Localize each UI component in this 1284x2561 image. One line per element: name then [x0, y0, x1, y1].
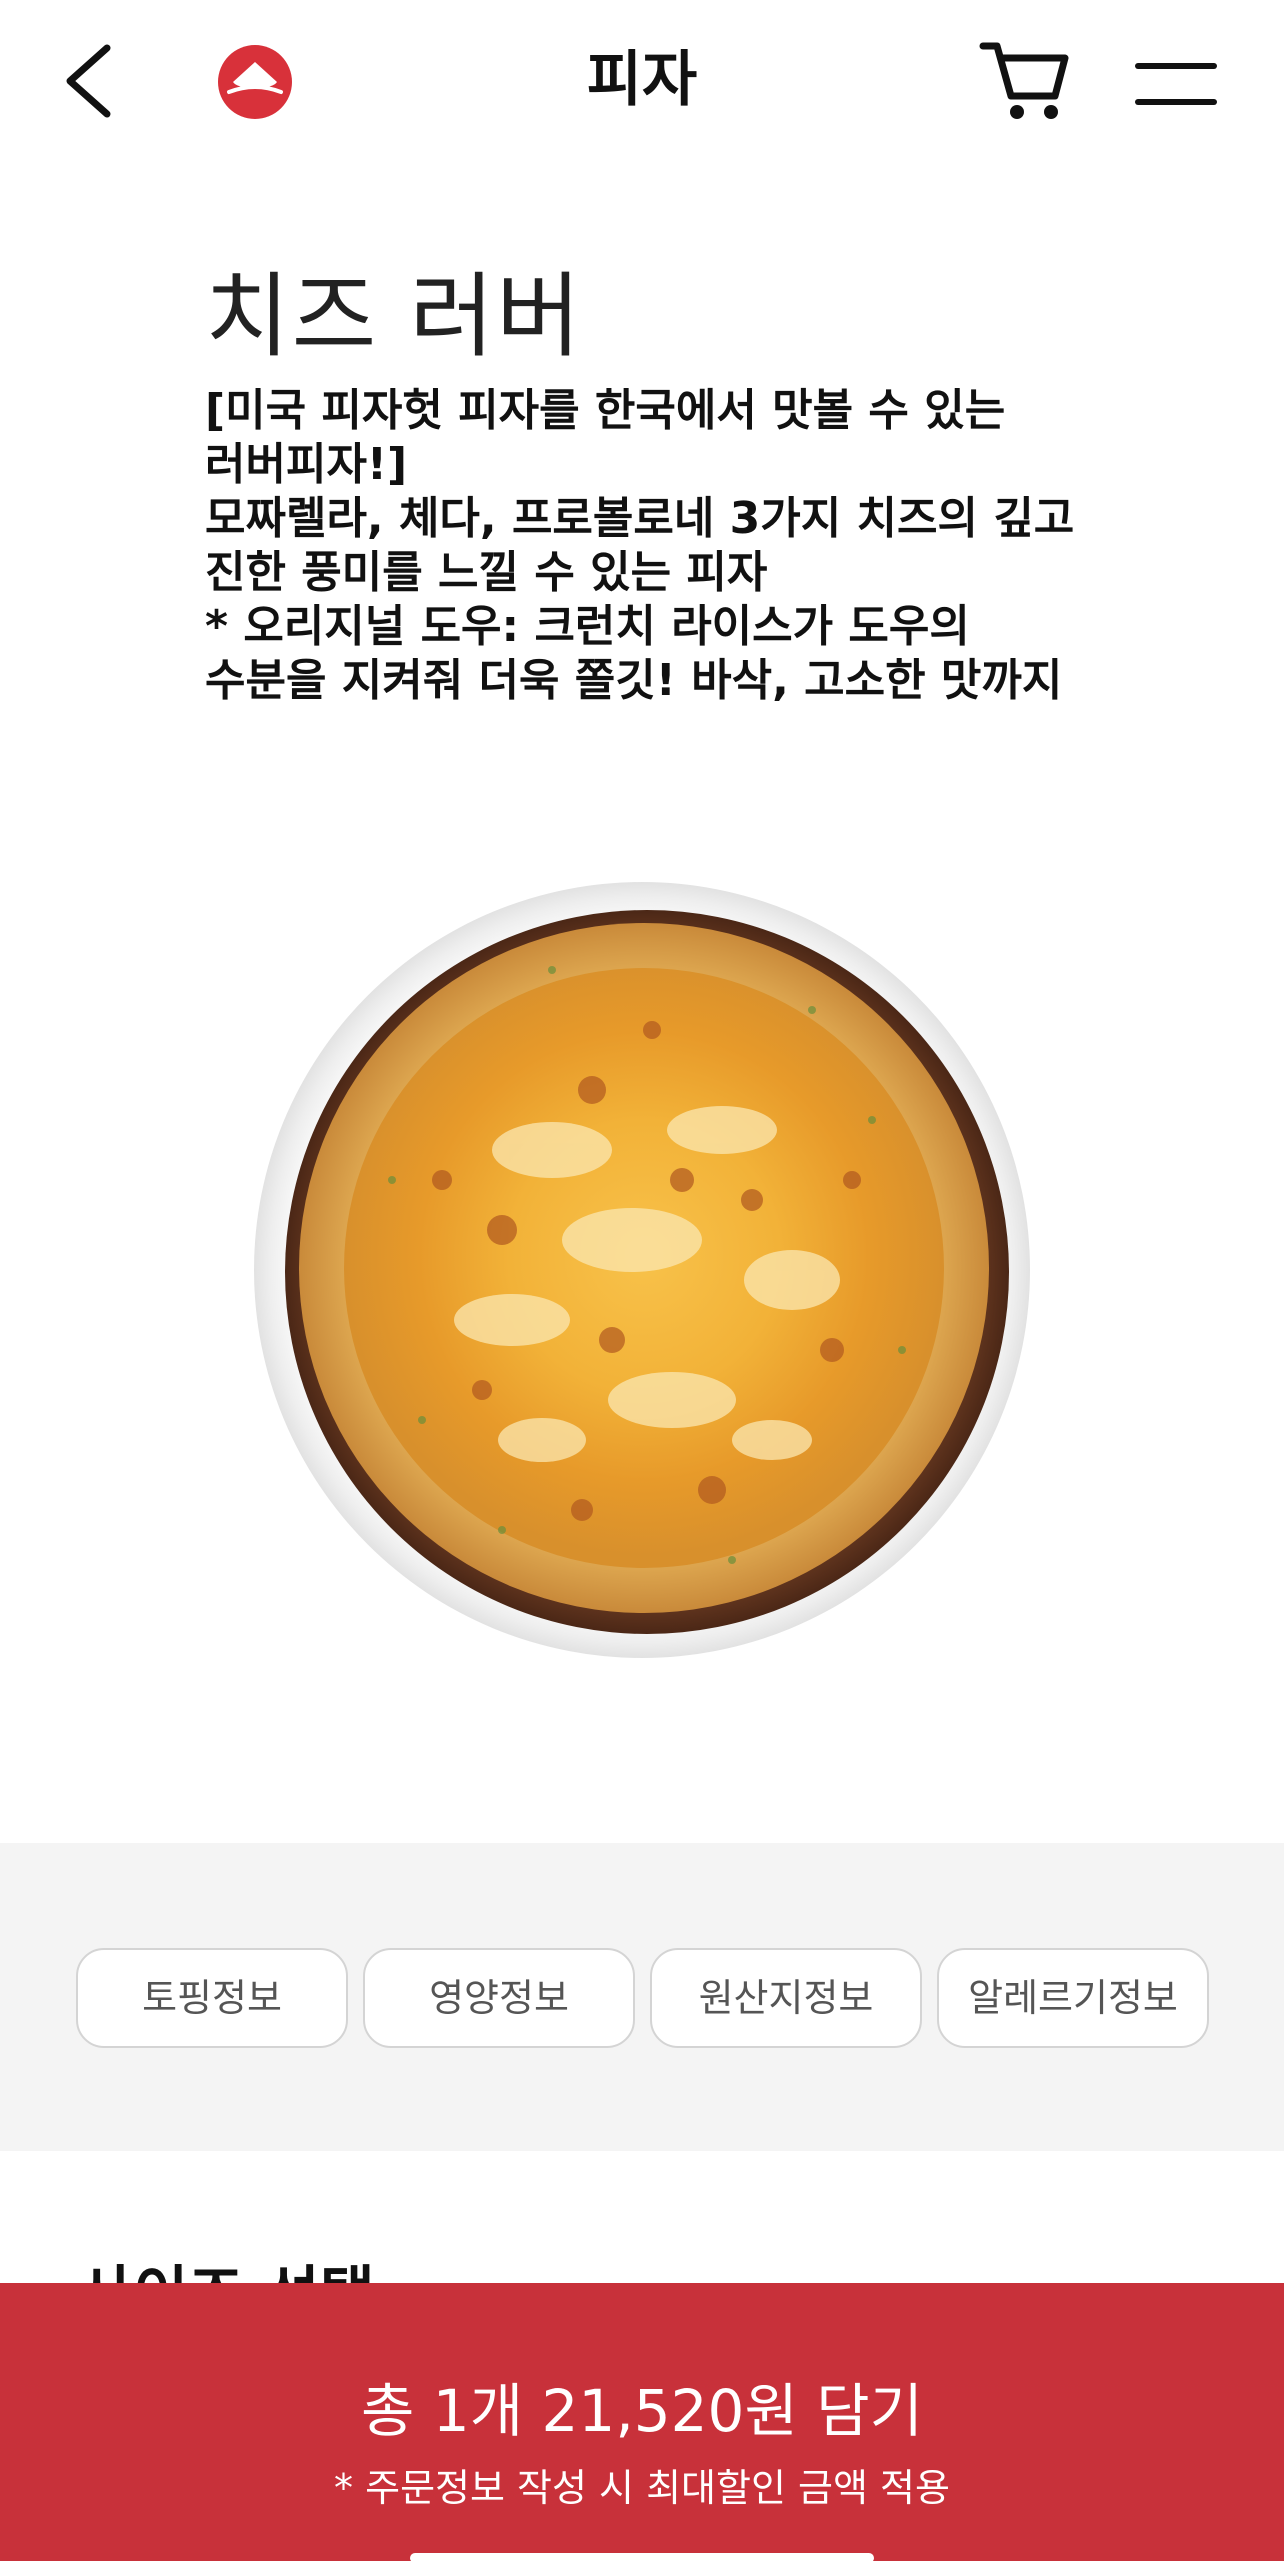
pizza-image	[254, 882, 1030, 1658]
top-nav-bar: 피자	[0, 0, 1284, 170]
home-indicator	[410, 2553, 874, 2561]
cart-icon	[979, 42, 1069, 119]
product-name: 치즈 러버	[205, 263, 583, 370]
cart-button[interactable]	[975, 36, 1075, 126]
add-to-cart-button[interactable]: 총 1개 21,520원 담기	[0, 2373, 1284, 2449]
description-line: * 오리지널 도우: 크런치 라이스가 도우의	[205, 601, 970, 652]
description-line: 진한 풍미를 느낄 수 있는 피자	[205, 547, 768, 598]
discount-notice: * 주문정보 작성 시 최대할인 금액 적용	[334, 2466, 950, 2510]
add-to-cart-bar[interactable]: 총 1개 21,520원 담기 * 주문정보 작성 시 최대할인 금액 적용	[0, 2283, 1284, 2561]
nutrition-info-button[interactable]: 영양정보	[363, 1948, 635, 2048]
allergy-info-button[interactable]: 알레르기정보	[937, 1948, 1209, 2048]
menu-button[interactable]	[1135, 58, 1217, 110]
product-image	[252, 880, 1032, 1660]
product-description: [미국 피자헛 피자를 한국에서 맛볼 수 있는 러버피자!] 모짜렐라, 체다…	[205, 384, 1105, 708]
product-detail-page: 피자 치즈 러버 [미국 피자헛 피자를 한국에서 맛볼 수 있는 러버피자!]…	[0, 0, 1284, 2561]
origin-info-button[interactable]: 원산지정보	[650, 1948, 922, 2048]
info-tabs-section: 토핑정보 영양정보 원산지정보 알레르기정보	[0, 1843, 1284, 2151]
description-line: 러버피자!]	[205, 439, 408, 490]
page-title: 피자	[586, 45, 698, 115]
topping-info-button[interactable]: 토핑정보	[76, 1948, 348, 2048]
hamburger-menu-icon	[1135, 63, 1217, 105]
description-line: 모짜렐라, 체다, 프로볼로네 3가지 치즈의 깊고	[205, 493, 1075, 544]
description-line: [미국 피자헛 피자를 한국에서 맛볼 수 있는	[205, 385, 1006, 436]
description-line: 수분을 지켜줘 더욱 쫄깃! 바삭, 고소한 맛까지	[205, 655, 1063, 706]
